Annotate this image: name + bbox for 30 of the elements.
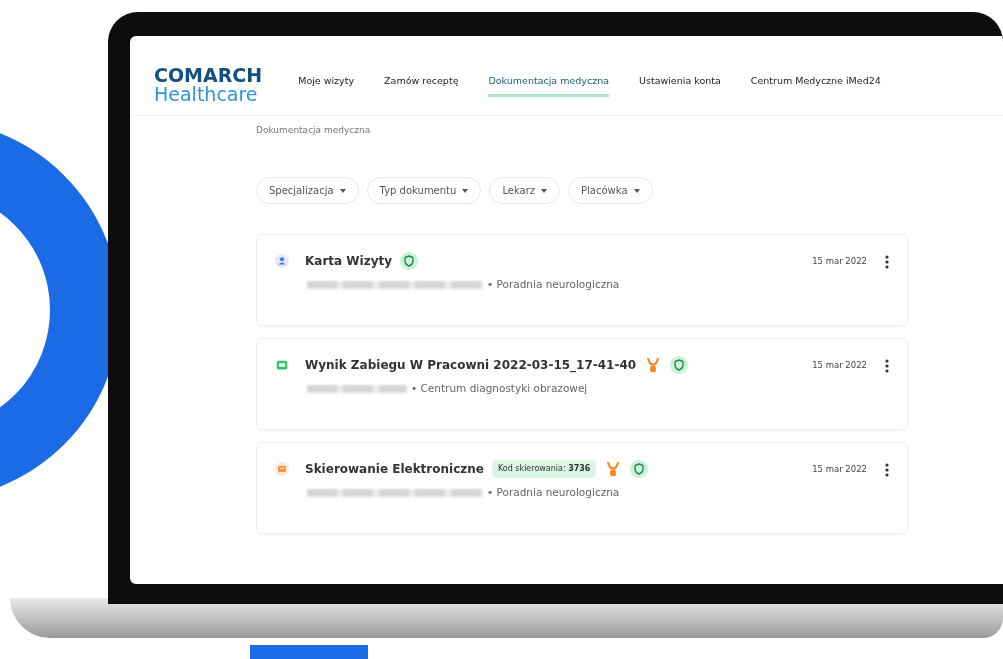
- filter-dropdown[interactable]: Placówka: [568, 177, 653, 205]
- document-card[interactable]: Wynik Zabiegu W Pracowni 2022-03-15_17-41-40 15 mar 2022 • Centrum diagnostyki obrazowej: [256, 338, 908, 431]
- nav-link[interactable]: Moje wizyty: [298, 74, 355, 97]
- document-title: Karta Wizyty: [305, 253, 393, 271]
- document-place: • Poradnia neurologiczna: [487, 277, 620, 293]
- filter-dropdown[interactable]: Specjalizacja: [256, 177, 359, 205]
- filter-dropdown[interactable]: Lekarz: [489, 177, 561, 205]
- document-card[interactable]: Skierowanie Elektroniczne Kod skierowania: 3736 15 mar 2022 • Poradnia neurologiczna: [256, 442, 908, 535]
- document-title: Skierowanie Elektroniczne: [305, 461, 484, 479]
- document-place: • Poradnia neurologiczna: [487, 485, 620, 501]
- menu-icon: [885, 254, 889, 269]
- document-icon: [275, 461, 289, 478]
- document-date: 15 mar 2022: [812, 255, 867, 268]
- breadcrumb: Dokumentacja medyczna: [256, 124, 371, 135]
- document-date: 15 mar 2022: [812, 463, 867, 476]
- document-place: • Centrum diagnostyki obrazowej: [411, 381, 588, 397]
- nav-link[interactable]: Ustawienia konta: [639, 74, 721, 97]
- menu-icon: [885, 358, 889, 373]
- logo-text: COMARCH: [154, 66, 263, 85]
- menu-icon: [885, 462, 889, 477]
- nav-link[interactable]: Dokumentacja medyczna: [488, 74, 609, 97]
- nav-link[interactable]: Zamów receptę: [384, 74, 459, 97]
- person-icon: [275, 253, 289, 270]
- logo-text: Healthcare: [154, 85, 259, 105]
- referral-code-tag: Kod skierowania: 3736: [491, 460, 597, 479]
- nav-link[interactable]: Centrum Medyczne iMed24: [750, 74, 881, 97]
- document-date: 15 mar 2022: [812, 359, 867, 372]
- document-title: Wynik Zabiegu W Pracowni 2022-03-15_17-41-40: [305, 357, 637, 375]
- filter-dropdown[interactable]: Typ dokumentu: [366, 177, 482, 205]
- document-card[interactable]: Karta Wizyty 15 mar 2022 • Poradnia neurologiczna: [256, 234, 908, 327]
